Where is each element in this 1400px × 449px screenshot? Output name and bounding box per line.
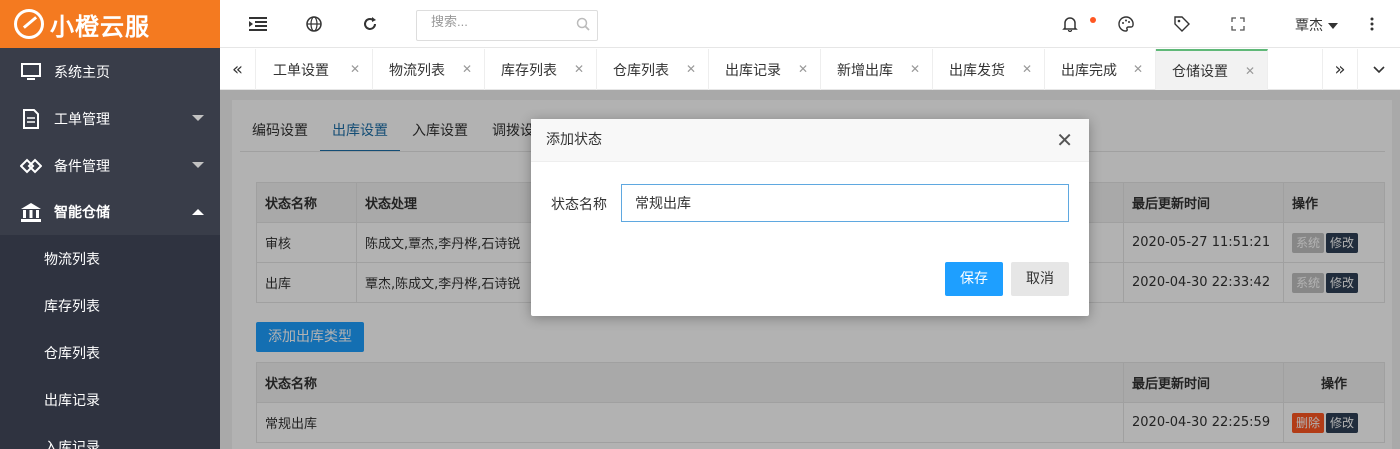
add-status-dialog: 添加状态 ✕ 状态名称 常规出库 保存 取消	[531, 119, 1089, 316]
close-icon[interactable]: ✕	[350, 62, 360, 76]
more-icon[interactable]	[1362, 14, 1382, 34]
document-icon	[20, 108, 42, 129]
user-name: 覃杰	[1295, 18, 1323, 34]
search-icon[interactable]	[576, 17, 590, 35]
status-name-label: 状态名称	[551, 197, 607, 213]
user-menu[interactable]: 覃杰	[1295, 15, 1338, 35]
tab-label: 物流列表	[389, 62, 445, 79]
tab-label: 出库发货	[949, 62, 1005, 79]
sidebar-subitem-outbound[interactable]: 出库记录	[0, 376, 220, 423]
sidebar-subitem-warehouses[interactable]: 仓库列表	[0, 329, 220, 376]
chevron-down-icon	[192, 115, 204, 121]
tab-new-outbound[interactable]: 新增出库 ✕	[821, 49, 933, 90]
save-button[interactable]: 保存	[945, 262, 1003, 296]
close-icon[interactable]: ✕	[686, 62, 696, 76]
tabs-next-icon[interactable]: »	[1322, 49, 1358, 90]
sidebar-item-home[interactable]: 系统主页	[0, 48, 220, 95]
tag-icon[interactable]	[1172, 14, 1192, 34]
chevron-up-icon	[192, 209, 204, 215]
tab-label: 出库记录	[725, 62, 781, 79]
sidebar-item-label: 系统主页	[54, 64, 110, 81]
tab-label: 新增出库	[837, 62, 893, 79]
sidebar-item-workorders[interactable]: 工单管理	[0, 95, 220, 142]
dialog-title: 添加状态	[531, 119, 1089, 162]
sidebar-item-label: 备件管理	[54, 158, 110, 175]
logo-icon	[14, 9, 44, 39]
tab-label: 工单设置	[273, 62, 329, 79]
fullscreen-icon[interactable]	[1228, 14, 1248, 34]
close-icon[interactable]: ✕	[1056, 130, 1073, 150]
tabs-menu-icon[interactable]	[1358, 49, 1400, 90]
close-icon[interactable]: ✕	[798, 62, 808, 76]
notification-dot	[1090, 17, 1096, 23]
tab-logistics[interactable]: 物流列表 ✕	[373, 49, 485, 90]
tab-inventory[interactable]: 库存列表 ✕	[485, 49, 597, 90]
tab-warehouses[interactable]: 仓库列表 ✕	[597, 49, 709, 90]
tab-outbound-complete[interactable]: 出库完成 ✕	[1045, 49, 1156, 90]
sidebar-item-parts[interactable]: 备件管理	[0, 142, 220, 189]
tab-label: 仓储设置	[1172, 63, 1228, 80]
app-name: 小橙云服	[50, 12, 150, 41]
app-logo: 小橙云服	[0, 0, 220, 48]
sidebar-submenu: 物流列表 库存列表 仓库列表 出库记录 入库记录	[0, 235, 220, 449]
refresh-icon[interactable]	[360, 14, 380, 34]
tab-label: 库存列表	[501, 62, 557, 79]
page-tabs: « 工单设置 ✕ 物流列表 ✕ 库存列表 ✕ 仓库列表 ✕ 出库记录 ✕ 新增出库 ✕ 出库…	[220, 49, 1400, 90]
sidebar-item-warehouse[interactable]: 智能仓储	[0, 189, 220, 235]
cancel-button[interactable]: 取消	[1011, 262, 1069, 296]
tab-outbound-shipping[interactable]: 出库发货 ✕	[933, 49, 1045, 90]
sidebar-subitem-logistics[interactable]: 物流列表	[0, 235, 220, 282]
bell-icon[interactable]	[1060, 14, 1080, 34]
close-icon[interactable]: ✕	[1245, 64, 1255, 78]
tab-label: 仓库列表	[613, 62, 669, 79]
sidebar-item-label: 工单管理	[54, 111, 110, 128]
monitor-icon	[20, 62, 42, 82]
tab-storage-settings[interactable]: 仓储设置 ✕	[1156, 49, 1268, 90]
diamond-icon	[20, 156, 42, 176]
globe-icon[interactable]	[304, 14, 324, 34]
tabs-prev-icon[interactable]: «	[220, 49, 256, 90]
sidebar-subitem-inventory[interactable]: 库存列表	[0, 282, 220, 329]
close-icon[interactable]: ✕	[574, 62, 584, 76]
close-icon[interactable]: ✕	[910, 62, 920, 76]
sidebar-subitem-inbound[interactable]: 入库记录	[0, 423, 220, 449]
close-icon[interactable]: ✕	[1133, 62, 1143, 76]
close-icon[interactable]: ✕	[462, 62, 472, 76]
tab-label: 出库完成	[1061, 62, 1117, 79]
sidebar: 系统主页 工单管理 备件管理 智能仓储 物流列表 库存列表 仓库列表 出库记录 …	[0, 48, 220, 449]
search-input[interactable]: 搜索...	[416, 10, 598, 41]
close-icon[interactable]: ✕	[1022, 62, 1032, 76]
caret-down-icon	[1328, 23, 1338, 29]
status-name-input[interactable]: 常规出库	[621, 184, 1069, 222]
top-bar: 搜索... 覃杰	[220, 0, 1400, 48]
tab-outbound-records[interactable]: 出库记录 ✕	[709, 49, 821, 90]
sidebar-item-label: 智能仓储	[54, 205, 110, 221]
menu-fold-icon[interactable]	[248, 14, 268, 34]
chevron-down-icon	[192, 162, 204, 168]
bank-icon	[20, 202, 42, 222]
theme-icon[interactable]	[1116, 14, 1136, 34]
tab-ticket-settings[interactable]: 工单设置 ✕	[257, 49, 373, 90]
